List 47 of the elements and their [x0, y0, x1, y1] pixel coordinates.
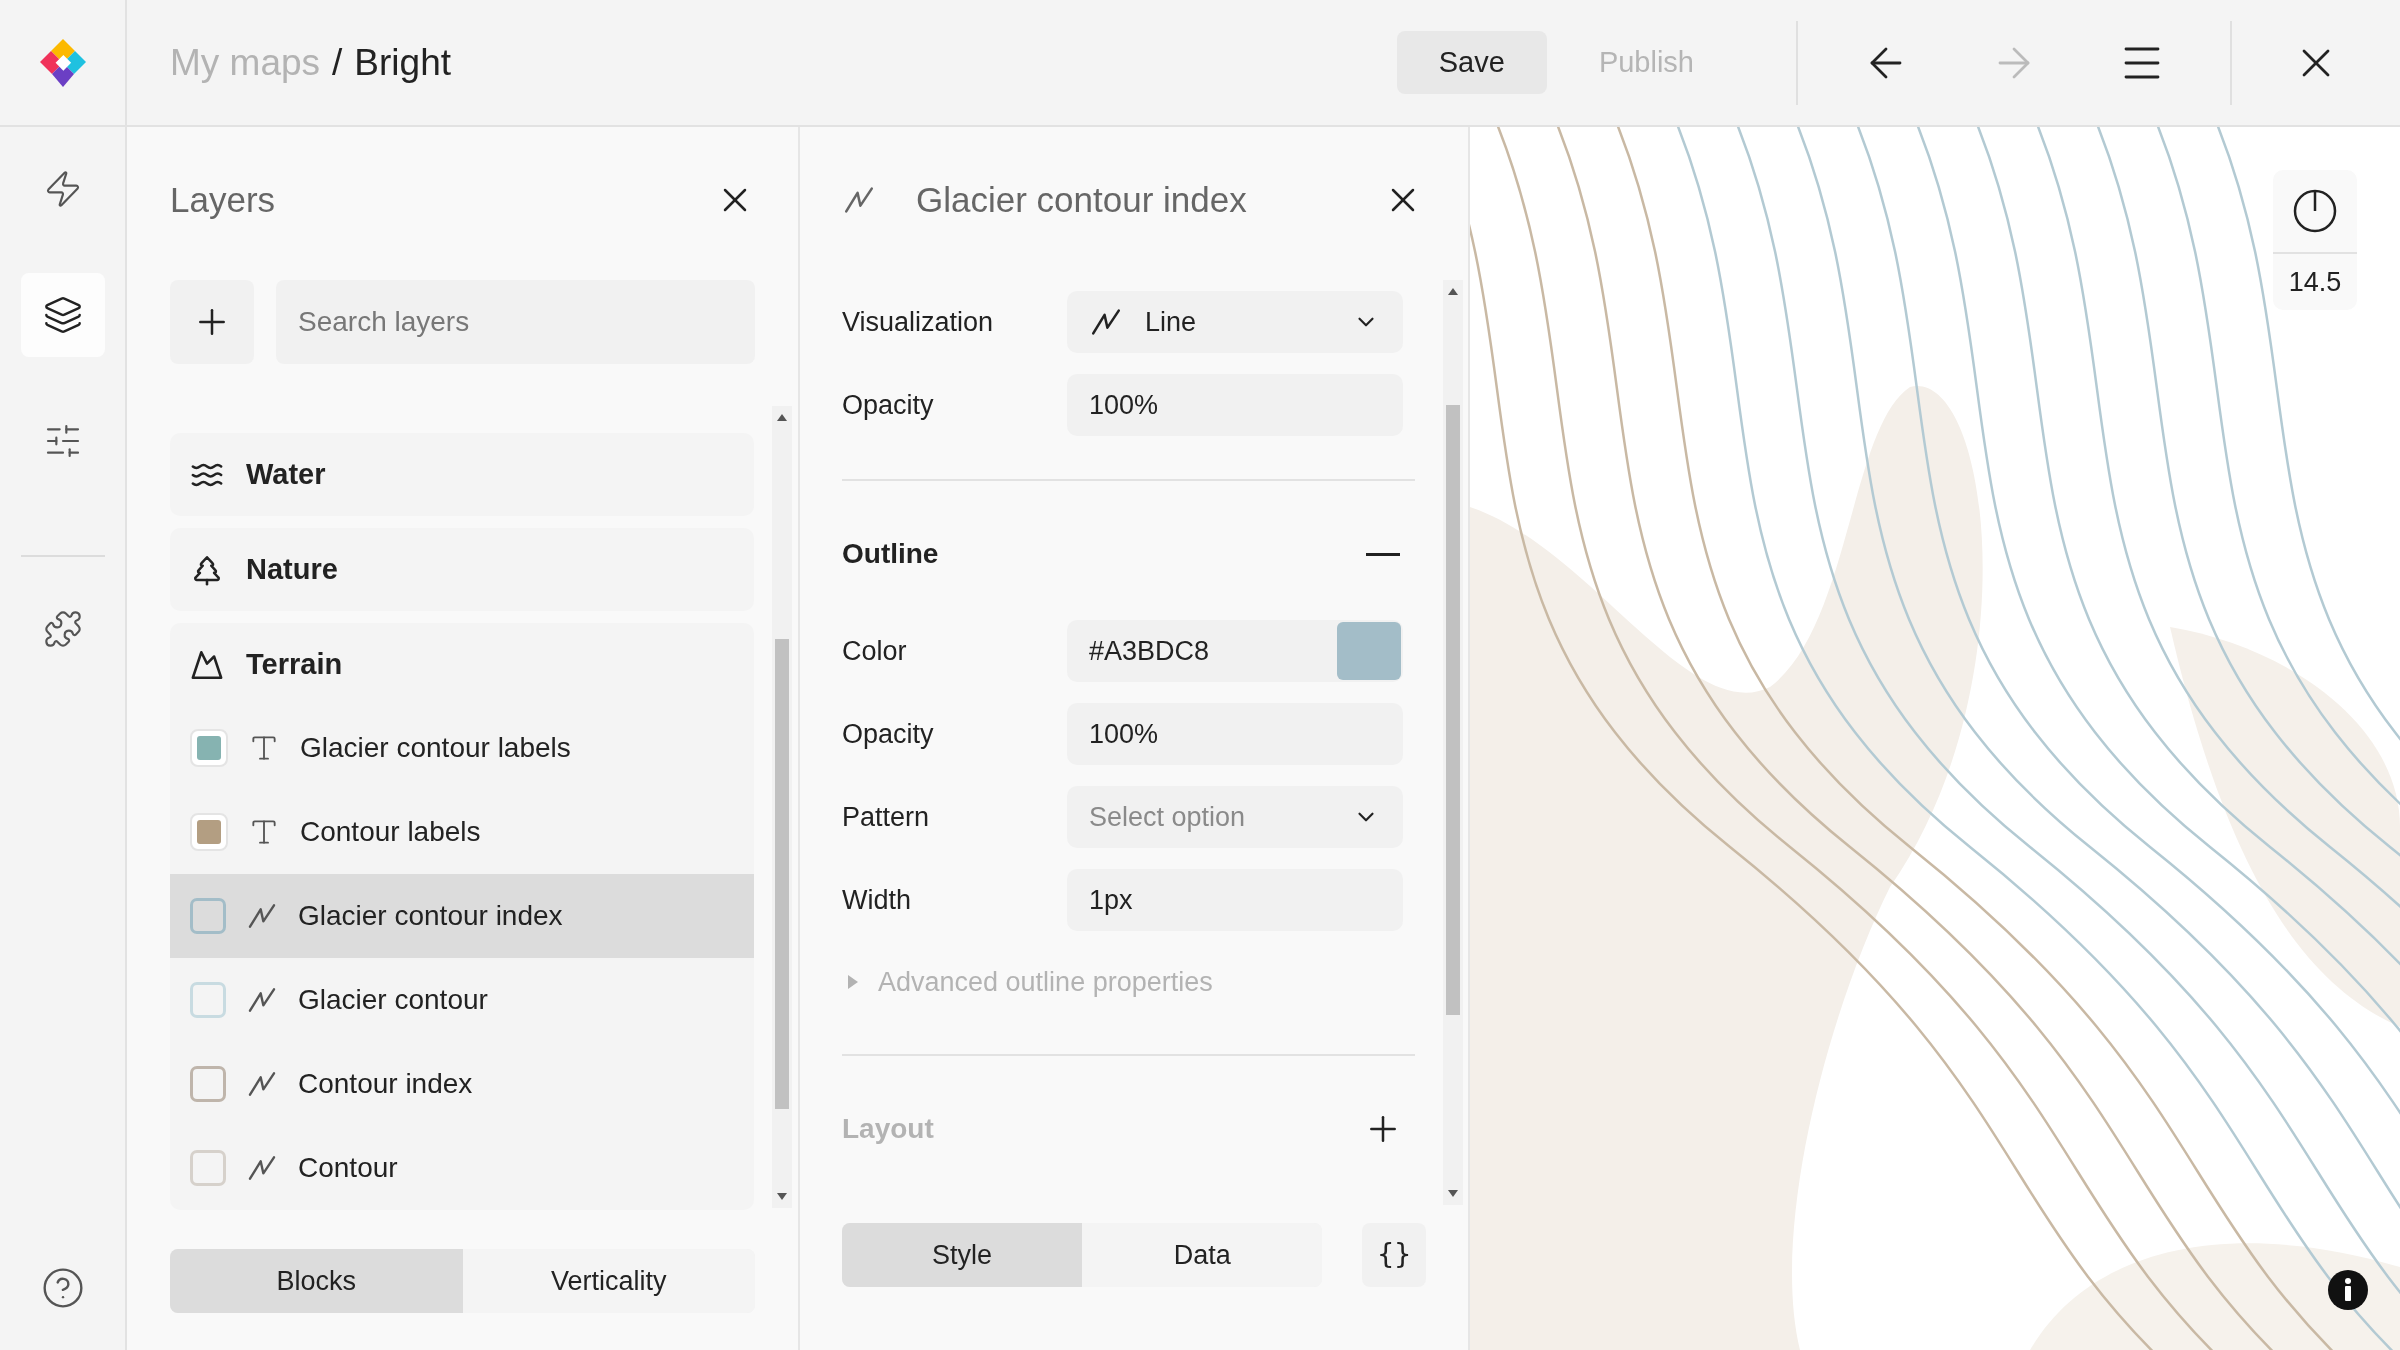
color-field[interactable]: #A3BDC8	[1067, 620, 1403, 682]
color-swatch[interactable]	[197, 736, 221, 760]
map-title: Bright	[354, 40, 451, 85]
select-field[interactable]: Line	[1067, 291, 1403, 353]
tab[interactable]: Style	[842, 1223, 1083, 1287]
color-swatch[interactable]	[197, 820, 221, 844]
section-header[interactable]: Outline	[842, 518, 1415, 590]
code-button[interactable]: {}	[1362, 1223, 1426, 1287]
color-swatch[interactable]	[190, 1150, 226, 1186]
color-swatch[interactable]	[1337, 622, 1401, 680]
layer-row[interactable]: Glacier contour labels	[170, 706, 754, 790]
field-label: Opacity	[842, 717, 935, 751]
layers-icon	[42, 295, 83, 335]
panel-title: Glacier contour index	[916, 178, 1248, 221]
text-field[interactable]: 100%	[1067, 703, 1403, 765]
puzzle-icon	[42, 609, 83, 649]
color-swatch[interactable]	[190, 1066, 226, 1102]
layer-group-header[interactable]: Nature	[170, 528, 754, 611]
panel-title: Layers	[170, 178, 277, 221]
text-field[interactable]: 1px	[1067, 869, 1403, 931]
field-label: Visualization	[842, 305, 995, 339]
text-field[interactable]: 100%	[1067, 374, 1403, 436]
layers-button[interactable]	[20, 273, 105, 357]
breadcrumb-separator: /	[332, 40, 343, 85]
color-swatch[interactable]	[190, 982, 226, 1018]
info-icon[interactable]	[2328, 1270, 2368, 1310]
layer-row[interactable]: Glacier contour	[170, 958, 754, 1042]
save-button[interactable]: Save	[1396, 31, 1547, 94]
layer-row[interactable]: Contour	[170, 1126, 754, 1210]
layer-row[interactable]: Glacier contour index	[170, 874, 754, 958]
tab[interactable]: Blocks	[170, 1249, 463, 1313]
add-layer-button[interactable]	[170, 280, 254, 364]
field-label: Width	[842, 883, 913, 917]
collapse-icon	[1366, 552, 1400, 556]
search-field[interactable]: Search layers	[276, 280, 755, 364]
compass-icon	[2293, 189, 2337, 233]
layer-group-header[interactable]: Terrain	[170, 623, 754, 706]
layer-group-header[interactable]: Water	[170, 433, 754, 516]
field-label: Color	[842, 634, 908, 668]
layer-row[interactable]: Contour index	[170, 1042, 754, 1126]
color-swatch[interactable]	[190, 898, 226, 934]
scrollbar[interactable]	[1443, 280, 1463, 1205]
layer-row[interactable]: Contour labels	[170, 790, 754, 874]
zoom-level: 14.5	[2287, 265, 2343, 299]
field-label: Opacity	[842, 388, 935, 422]
field-label: Pattern	[842, 800, 931, 834]
scrollbar[interactable]	[772, 406, 792, 1208]
